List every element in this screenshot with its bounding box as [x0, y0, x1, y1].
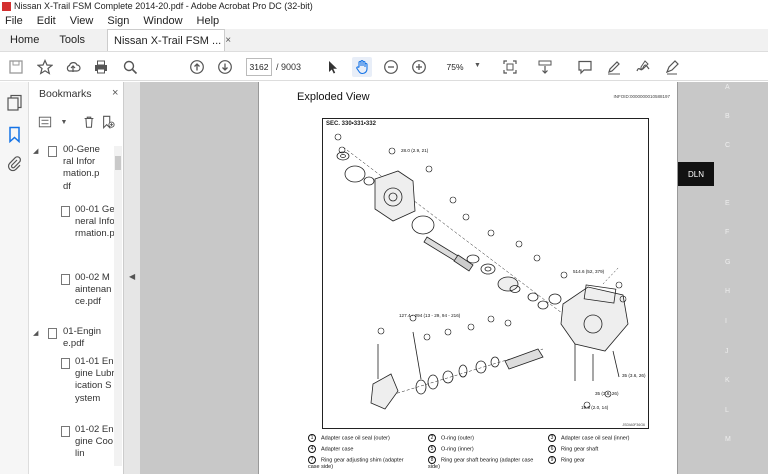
panel-splitter[interactable]: ◀	[124, 82, 140, 474]
legend-item: 9 Ring gear	[548, 456, 585, 464]
torque-label: 35 (3.6, 26)	[622, 373, 646, 378]
menu-view[interactable]: View	[70, 15, 94, 27]
new-bookmark-icon[interactable]	[100, 114, 116, 130]
section-index-ruler: A B C E F G H I J K L M	[676, 82, 768, 474]
options-dropdown-icon[interactable]: ▼	[56, 114, 72, 130]
tab-document-label: Nissan X-Trail FSM ...	[114, 34, 222, 47]
legend-item: 6 Ring gear shaft	[548, 445, 598, 453]
comment-icon[interactable]	[575, 57, 595, 77]
legend-item: 2 O-ring (outer)	[428, 434, 474, 442]
select-arrow-icon[interactable]	[323, 57, 343, 77]
index-letter: F	[725, 229, 730, 236]
index-letter: I	[725, 318, 727, 325]
hand-tool-icon[interactable]	[352, 57, 372, 77]
page-icon	[48, 146, 57, 157]
info-id: INFOID:0000000010588197	[613, 94, 670, 99]
page-down-icon[interactable]	[215, 57, 235, 77]
legend-item: 1 Adapter case oil seal (outer)	[308, 434, 390, 442]
pdf-page: Exploded View INFOID:0000000010588197 SE…	[258, 82, 678, 474]
collapse-panel-icon[interactable]: ◀	[129, 272, 135, 281]
bookmark-icon[interactable]	[6, 126, 23, 144]
tab-bar: Home Tools Nissan X-Trail FSM ... ×	[0, 29, 768, 52]
torque-label: 28.0 (2.9, 21)	[401, 148, 429, 153]
tab-tools[interactable]: Tools	[49, 29, 95, 51]
legend-item: 3 Adapter case oil seal (inner)	[548, 434, 629, 442]
options-list-icon[interactable]	[37, 114, 53, 130]
page-icon	[61, 426, 70, 437]
bookmarks-toolbar: ▼	[37, 114, 116, 130]
section-tab-dln: DLN	[678, 162, 714, 186]
print-icon[interactable]	[91, 57, 111, 77]
page-icon	[48, 328, 57, 339]
page-icon	[61, 206, 70, 217]
document-view[interactable]: Exploded View INFOID:0000000010588197 SE…	[140, 82, 768, 474]
zoom-out-icon[interactable]	[381, 57, 401, 77]
page-up-icon[interactable]	[187, 57, 207, 77]
close-tab-icon[interactable]: ×	[225, 35, 231, 46]
tab-home[interactable]: Home	[0, 29, 49, 51]
highlight-pen-icon[interactable]	[604, 57, 624, 77]
window-title: Nissan X-Trail FSM Complete 2014-20.pdf …	[14, 1, 313, 11]
delete-bookmark-icon[interactable]	[81, 114, 97, 130]
zoom-in-icon[interactable]	[409, 57, 429, 77]
menu-bar: File Edit View Sign Window Help	[0, 12, 768, 29]
index-letter: C	[725, 142, 731, 149]
toolbar: 3162 / 9003 75% ▼	[0, 53, 768, 81]
page-icon	[61, 358, 70, 369]
index-letter: M	[725, 436, 731, 443]
menu-help[interactable]: Help	[197, 15, 220, 27]
save-icon[interactable]	[6, 57, 26, 77]
attachments-icon[interactable]	[6, 155, 23, 172]
index-letter: G	[725, 259, 731, 266]
scroll-mode-icon[interactable]	[535, 57, 555, 77]
fit-page-icon[interactable]	[500, 57, 520, 77]
bookmarks-title: Bookmarks	[39, 88, 92, 100]
menu-edit[interactable]: Edit	[37, 15, 56, 27]
page-heading: Exploded View	[297, 91, 370, 103]
index-letter: H	[725, 288, 731, 295]
legend-item: 5 O-ring (inner)	[428, 445, 474, 453]
torque-label: 35 (3.6, 26)	[595, 391, 619, 396]
title-bar: Nissan X-Trail FSM Complete 2014-20.pdf …	[0, 0, 768, 12]
index-letter: J	[725, 348, 729, 355]
expand-toggle-icon[interactable]: ◢	[33, 146, 38, 158]
index-letter: K	[725, 377, 730, 384]
legend-item: 7 Ring gear adjusting shim (adapter case …	[308, 456, 404, 470]
zoom-level[interactable]: 75%	[439, 58, 471, 76]
page-thumbnails-icon[interactable]	[6, 94, 23, 111]
page-total: / 9003	[276, 62, 302, 72]
zoom-dropdown-icon[interactable]: ▼	[474, 62, 481, 69]
exploded-view-figure: SEC. 330•331•332 28.0 (2.9, 21) 514.6 (5…	[322, 118, 649, 429]
bookmarks-panel: Bookmarks × ▼ ◢ 00-General Information.p…	[29, 82, 124, 474]
sign-icon[interactable]	[633, 57, 653, 77]
menu-sign[interactable]: Sign	[107, 15, 129, 27]
cloud-upload-icon[interactable]	[63, 57, 83, 77]
fill-sign-icon[interactable]	[662, 57, 682, 77]
menu-file[interactable]: File	[5, 15, 23, 27]
torque-label: 127.4 - 294 (13 - 29, 94 - 216)	[399, 313, 461, 318]
torque-label: 514.6 (52, 379)	[573, 269, 605, 274]
star-icon[interactable]	[35, 57, 55, 77]
legend-item: 8 Ring gear shaft bearing (adapter case s…	[428, 456, 534, 470]
expand-toggle-icon[interactable]: ◢	[33, 328, 38, 340]
page-number-input[interactable]: 3162	[246, 58, 272, 76]
close-panel-icon[interactable]: ×	[112, 87, 118, 99]
acrobat-icon	[2, 1, 11, 11]
legend-item: 4 Adapter case	[308, 445, 353, 453]
index-letter: E	[725, 200, 730, 207]
index-letter: A	[725, 84, 730, 91]
menu-window[interactable]: Window	[143, 15, 182, 27]
left-navigation-rail	[0, 82, 29, 474]
index-letter: B	[725, 113, 730, 120]
page-icon	[61, 274, 70, 285]
zoom-search-icon[interactable]	[120, 57, 140, 77]
scrollbar-thumb[interactable]	[115, 156, 121, 170]
tab-document[interactable]: Nissan X-Trail FSM ... ×	[107, 29, 231, 51]
exploded-diagram: 28.0 (2.9, 21) 514.6 (52, 379) 127.4 - 2…	[334, 133, 646, 410]
index-letter: L	[725, 407, 729, 414]
bookmarks-scrollbar[interactable]	[114, 146, 122, 466]
figure-code: JSDIA0F36G6	[622, 423, 645, 427]
